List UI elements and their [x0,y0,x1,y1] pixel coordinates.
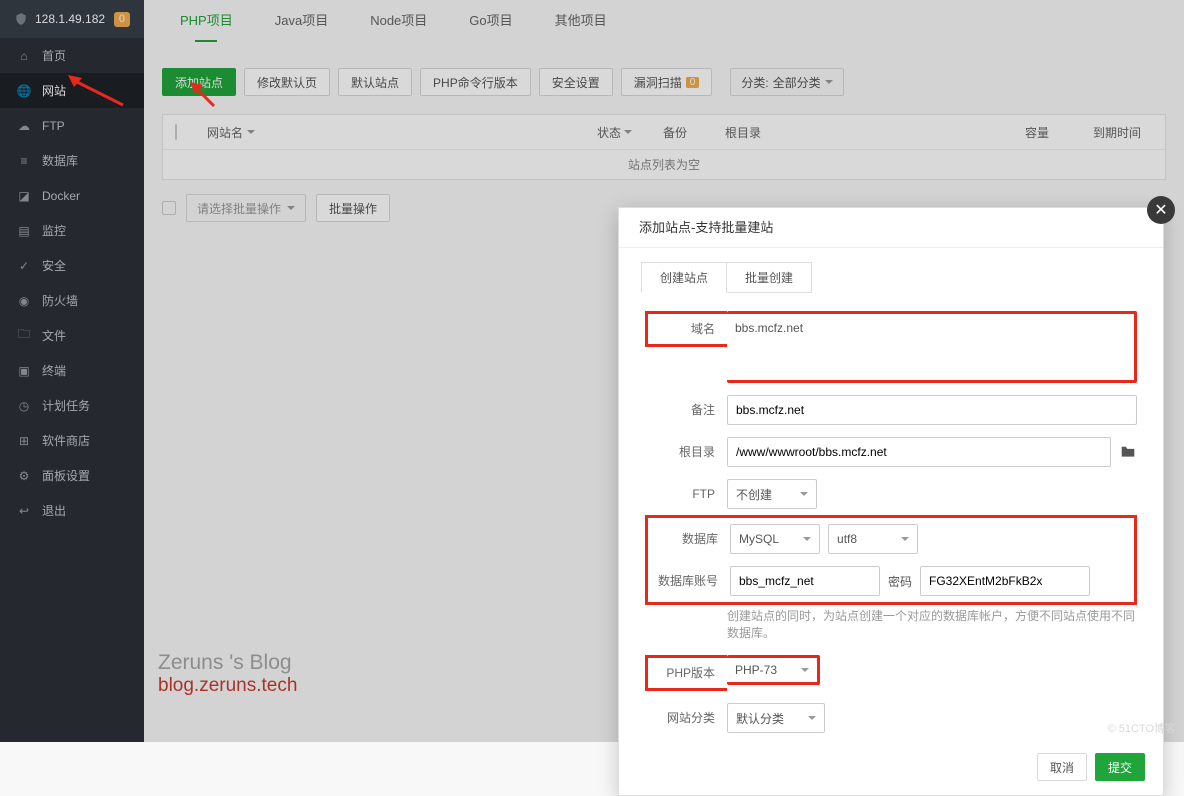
dialog-footer: 取消 提交 [619,739,1163,795]
chevron-down-icon [901,537,909,545]
domain-label: 域名 [645,311,727,347]
db-tip: 创建站点的同时，为站点创建一个对应的数据库帐户，方便不同站点使用不同数据库。 [619,607,1163,641]
category-value: 默认分类 [736,710,784,727]
remark-label: 备注 [645,395,727,425]
root-label: 根目录 [645,437,727,467]
chevron-down-icon [801,668,809,676]
category-label: 网站分类 [645,703,727,733]
chevron-down-icon [808,716,816,724]
chevron-down-icon [800,492,808,500]
php-label: PHP版本 [645,655,727,691]
database-section-highlight: 数据库 MySQL utf8 数据库账号 密码 [645,515,1137,605]
db-user-label: 数据库账号 [648,566,730,596]
ftp-select[interactable]: 不创建 [727,479,817,509]
db-type-select[interactable]: MySQL [730,524,820,554]
close-icon[interactable]: ✕ [1147,196,1175,224]
corner-watermark: © 51CTO博客 [1108,720,1176,736]
db-user-input[interactable] [730,566,880,596]
tab-create-site[interactable]: 创建站点 [641,262,727,293]
db-pwd-input[interactable] [920,566,1090,596]
ftp-value: 不创建 [736,486,772,503]
chevron-down-icon [803,537,811,545]
folder-icon[interactable] [1119,444,1137,461]
submit-button[interactable]: 提交 [1095,753,1145,781]
root-input[interactable] [727,437,1111,467]
db-pwd-label: 密码 [888,573,912,590]
remark-input[interactable] [727,395,1137,425]
add-site-dialog: ✕ 添加站点-支持批量建站 创建站点 批量创建 域名 bbs.mcfz.net … [618,207,1164,796]
php-value: PHP-73 [735,663,777,677]
cancel-button[interactable]: 取消 [1037,753,1087,781]
tab-batch-create[interactable]: 批量创建 [727,262,812,293]
site-category-select[interactable]: 默认分类 [727,703,825,733]
ftp-label: FTP [645,479,727,509]
db-value: MySQL [739,532,779,546]
db-label: 数据库 [648,524,730,554]
db-charset-select[interactable]: utf8 [828,524,918,554]
php-version-select[interactable]: PHP-73 [727,655,820,685]
charset-value: utf8 [837,532,857,546]
dialog-title: 添加站点-支持批量建站 [619,208,1163,248]
domain-input[interactable]: bbs.mcfz.net [735,320,803,336]
dialog-tabs: 创建站点 批量创建 [641,262,812,293]
